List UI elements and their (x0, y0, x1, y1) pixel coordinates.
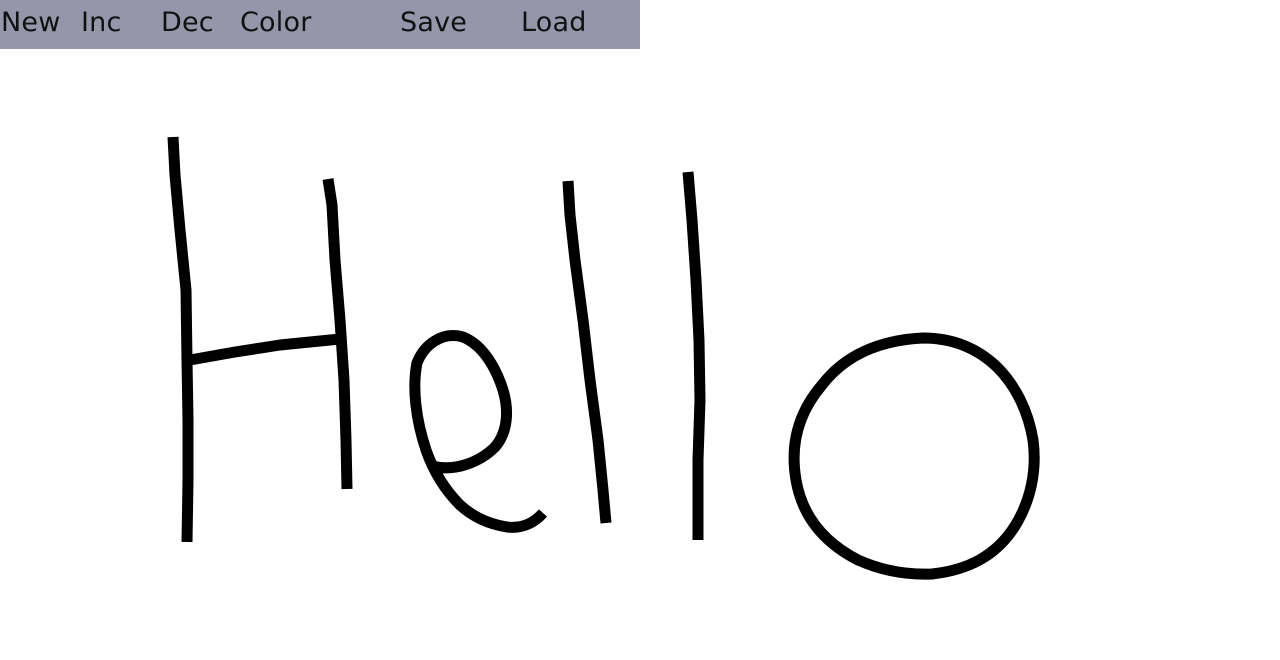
letter-l2-stroke (682, 171, 706, 540)
increase-brush-button[interactable]: Inc (81, 4, 122, 42)
toolbar: New Inc Dec Color Save Load (0, 0, 640, 49)
letter-h-left-stroke (167, 136, 194, 543)
new-button[interactable]: New (1, 4, 61, 42)
letter-h-crossbar-stroke (189, 333, 341, 366)
save-button[interactable]: Save (400, 4, 467, 42)
decrease-brush-button[interactable]: Dec (161, 4, 214, 42)
letter-e-stroke (409, 330, 548, 533)
handwritten-hello-drawing (167, 136, 1040, 580)
load-button[interactable]: Load (521, 4, 587, 42)
color-button[interactable]: Color (240, 4, 312, 42)
paint-app: New Inc Dec Color Save Load (0, 0, 1280, 660)
letter-l1-stroke (562, 180, 612, 524)
drawing-canvas[interactable] (0, 49, 1280, 660)
letter-o-stroke (788, 332, 1040, 580)
